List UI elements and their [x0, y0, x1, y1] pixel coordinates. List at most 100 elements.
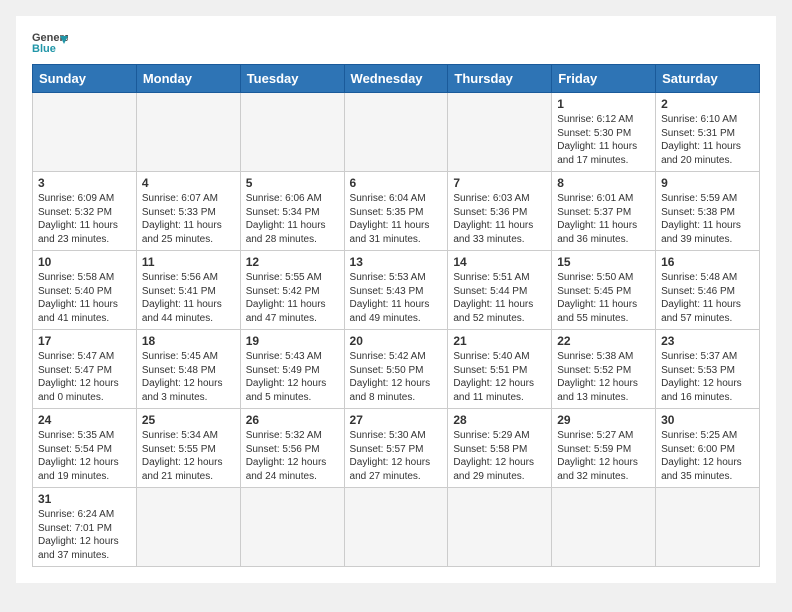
- day-cell: [448, 488, 552, 567]
- day-info: Sunrise: 5:53 AM Sunset: 5:43 PM Dayligh…: [350, 271, 443, 325]
- day-cell: 12 Sunrise: 5:55 AM Sunset: 5:42 PM Dayli…: [240, 251, 344, 330]
- day-cell: [656, 488, 760, 567]
- day-cell: [136, 488, 240, 567]
- day-cell: [344, 488, 448, 567]
- day-number: 7: [453, 176, 546, 190]
- day-cell: 5Sunrise: 6:06 AM Sunset: 5:34 PM Daylig…: [240, 172, 344, 251]
- week-row-3: 10 Sunrise: 5:58 AM Sunset: 5:40 PM Dayli…: [33, 251, 760, 330]
- day-cell: 6 Sunrise: 6:04 AM Sunset: 5:35 PM Daylig…: [344, 172, 448, 251]
- day-info: Sunrise: 5:35 AM Sunset: 5:54 PM Dayligh…: [38, 429, 131, 483]
- day-info: Sunrise: 5:47 AM Sunset: 5:47 PM Dayligh…: [38, 350, 131, 404]
- day-number: 20: [350, 334, 443, 348]
- day-number: 19: [246, 334, 339, 348]
- day-number: 9: [661, 176, 754, 190]
- day-cell: 30 Sunrise: 5:25 AM Sunset: 6:00 PM Dayli…: [656, 409, 760, 488]
- day-number: 25: [142, 413, 235, 427]
- day-info: Sunrise: 5:34 AM Sunset: 5:55 PM Dayligh…: [142, 429, 235, 483]
- day-cell: 10 Sunrise: 5:58 AM Sunset: 5:40 PM Dayli…: [33, 251, 137, 330]
- day-cell: 7Sunrise: 6:03 AM Sunset: 5:36 PM Daylig…: [448, 172, 552, 251]
- day-info: Sunrise: 5:42 AM Sunset: 5:50 PM Dayligh…: [350, 350, 443, 404]
- day-cell: 9 Sunrise: 5:59 AM Sunset: 5:38 PM Daylig…: [656, 172, 760, 251]
- day-number: 3: [38, 176, 131, 190]
- day-number: 24: [38, 413, 131, 427]
- svg-text:Blue: Blue: [32, 43, 56, 55]
- day-info: Sunrise: 6:09 AM Sunset: 5:32 PM Dayligh…: [38, 192, 131, 246]
- day-cell: 13 Sunrise: 5:53 AM Sunset: 5:43 PM Dayli…: [344, 251, 448, 330]
- week-row-5: 24 Sunrise: 5:35 AM Sunset: 5:54 PM Dayli…: [33, 409, 760, 488]
- day-number: 5: [246, 176, 339, 190]
- day-cell: 28 Sunrise: 5:29 AM Sunset: 5:58 PM Dayli…: [448, 409, 552, 488]
- day-number: 10: [38, 255, 131, 269]
- day-cell: 20 Sunrise: 5:42 AM Sunset: 5:50 PM Dayli…: [344, 330, 448, 409]
- day-header-tuesday: Tuesday: [240, 65, 344, 93]
- day-cell: 23 Sunrise: 5:37 AM Sunset: 5:53 PM Dayli…: [656, 330, 760, 409]
- day-cell: 3 Sunrise: 6:09 AM Sunset: 5:32 PM Daylig…: [33, 172, 137, 251]
- day-number: 13: [350, 255, 443, 269]
- day-cell: 22Sunrise: 5:38 AM Sunset: 5:52 PM Dayli…: [552, 330, 656, 409]
- logo: General Blue: [32, 28, 68, 56]
- week-row-2: 3 Sunrise: 6:09 AM Sunset: 5:32 PM Daylig…: [33, 172, 760, 251]
- day-cell: 17 Sunrise: 5:47 AM Sunset: 5:47 PM Dayli…: [33, 330, 137, 409]
- day-cell: 1 Sunrise: 6:12 AM Sunset: 5:30 PM Daylig…: [552, 93, 656, 172]
- calendar-page: General Blue SundayMondayTuesdayWednesda…: [16, 16, 776, 583]
- day-number: 26: [246, 413, 339, 427]
- day-number: 15: [557, 255, 650, 269]
- calendar-table: SundayMondayTuesdayWednesdayThursdayFrid…: [32, 64, 760, 567]
- day-number: 11: [142, 255, 235, 269]
- day-info: Sunrise: 6:01 AM Sunset: 5:37 PM Dayligh…: [557, 192, 650, 246]
- day-cell: 27Sunrise: 5:30 AM Sunset: 5:57 PM Dayli…: [344, 409, 448, 488]
- header: General Blue: [32, 28, 760, 56]
- day-info: Sunrise: 5:59 AM Sunset: 5:38 PM Dayligh…: [661, 192, 754, 246]
- day-info: Sunrise: 5:25 AM Sunset: 6:00 PM Dayligh…: [661, 429, 754, 483]
- day-info: Sunrise: 5:48 AM Sunset: 5:46 PM Dayligh…: [661, 271, 754, 325]
- day-number: 22: [557, 334, 650, 348]
- day-info: Sunrise: 5:32 AM Sunset: 5:56 PM Dayligh…: [246, 429, 339, 483]
- day-cell: [240, 488, 344, 567]
- day-number: 30: [661, 413, 754, 427]
- week-row-1: 1 Sunrise: 6:12 AM Sunset: 5:30 PM Daylig…: [33, 93, 760, 172]
- day-cell: 31Sunrise: 6:24 AM Sunset: 7:01 PM Dayli…: [33, 488, 137, 567]
- day-info: Sunrise: 5:50 AM Sunset: 5:45 PM Dayligh…: [557, 271, 650, 325]
- day-info: Sunrise: 5:51 AM Sunset: 5:44 PM Dayligh…: [453, 271, 546, 325]
- day-cell: 2Sunrise: 6:10 AM Sunset: 5:31 PM Daylig…: [656, 93, 760, 172]
- day-number: 28: [453, 413, 546, 427]
- day-number: 23: [661, 334, 754, 348]
- day-info: Sunrise: 5:43 AM Sunset: 5:49 PM Dayligh…: [246, 350, 339, 404]
- day-number: 1: [557, 97, 650, 111]
- day-info: Sunrise: 5:55 AM Sunset: 5:42 PM Dayligh…: [246, 271, 339, 325]
- day-cell: 16 Sunrise: 5:48 AM Sunset: 5:46 PM Dayli…: [656, 251, 760, 330]
- day-number: 6: [350, 176, 443, 190]
- day-header-wednesday: Wednesday: [344, 65, 448, 93]
- day-cell: [240, 93, 344, 172]
- day-cell: 21 Sunrise: 5:40 AM Sunset: 5:51 PM Dayli…: [448, 330, 552, 409]
- day-info: Sunrise: 5:29 AM Sunset: 5:58 PM Dayligh…: [453, 429, 546, 483]
- day-info: Sunrise: 6:12 AM Sunset: 5:30 PM Dayligh…: [557, 113, 650, 167]
- day-cell: 19 Sunrise: 5:43 AM Sunset: 5:49 PM Dayli…: [240, 330, 344, 409]
- week-row-6: 31Sunrise: 6:24 AM Sunset: 7:01 PM Dayli…: [33, 488, 760, 567]
- day-cell: 25 Sunrise: 5:34 AM Sunset: 5:55 PM Dayli…: [136, 409, 240, 488]
- day-header-sunday: Sunday: [33, 65, 137, 93]
- day-number: 21: [453, 334, 546, 348]
- day-info: Sunrise: 6:04 AM Sunset: 5:35 PM Dayligh…: [350, 192, 443, 246]
- day-number: 12: [246, 255, 339, 269]
- day-info: Sunrise: 6:10 AM Sunset: 5:31 PM Dayligh…: [661, 113, 754, 167]
- day-number: 16: [661, 255, 754, 269]
- day-cell: [552, 488, 656, 567]
- day-number: 17: [38, 334, 131, 348]
- day-cell: [33, 93, 137, 172]
- week-row-4: 17 Sunrise: 5:47 AM Sunset: 5:47 PM Dayli…: [33, 330, 760, 409]
- logo-icon: General Blue: [32, 28, 68, 56]
- day-info: Sunrise: 5:45 AM Sunset: 5:48 PM Dayligh…: [142, 350, 235, 404]
- day-number: 31: [38, 492, 131, 506]
- day-cell: [344, 93, 448, 172]
- day-number: 8: [557, 176, 650, 190]
- day-number: 29: [557, 413, 650, 427]
- day-info: Sunrise: 6:07 AM Sunset: 5:33 PM Dayligh…: [142, 192, 235, 246]
- day-info: Sunrise: 5:58 AM Sunset: 5:40 PM Dayligh…: [38, 271, 131, 325]
- day-cell: 24 Sunrise: 5:35 AM Sunset: 5:54 PM Dayli…: [33, 409, 137, 488]
- day-info: Sunrise: 5:40 AM Sunset: 5:51 PM Dayligh…: [453, 350, 546, 404]
- day-info: Sunrise: 5:37 AM Sunset: 5:53 PM Dayligh…: [661, 350, 754, 404]
- days-header-row: SundayMondayTuesdayWednesdayThursdayFrid…: [33, 65, 760, 93]
- day-header-saturday: Saturday: [656, 65, 760, 93]
- day-number: 18: [142, 334, 235, 348]
